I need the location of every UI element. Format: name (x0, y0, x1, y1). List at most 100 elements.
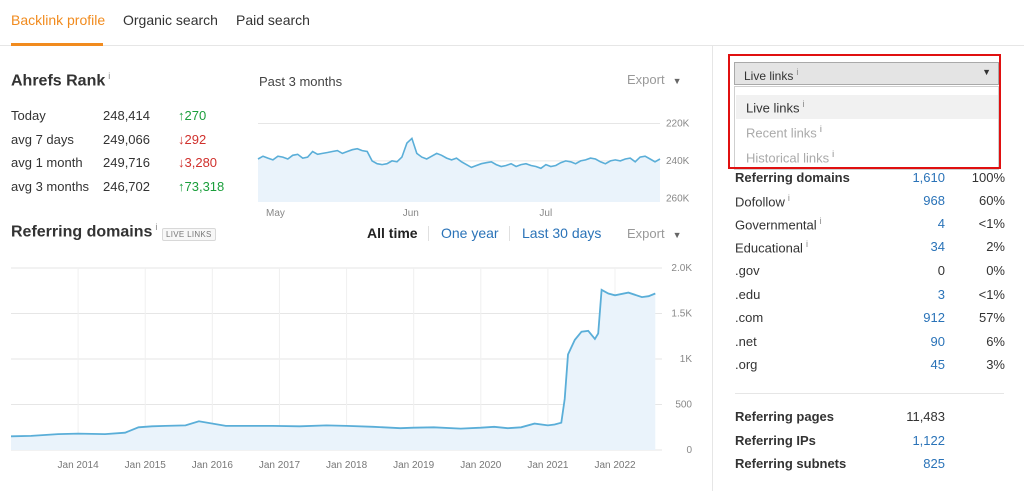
summary-label: Referring pages (735, 409, 834, 424)
stat-value[interactable]: 4 (938, 216, 945, 231)
stat-percent: 100% (971, 170, 1005, 185)
stat-value[interactable]: 34 (931, 239, 945, 254)
caret-down-icon: ▼ (672, 230, 682, 240)
info-icon: i (832, 149, 835, 159)
tab-bar: Backlink profile Organic search Paid sea… (0, 0, 1024, 46)
referring-domains-title: Referring domains i (11, 222, 157, 241)
active-tab-indicator (11, 43, 103, 46)
info-icon[interactable]: i (155, 222, 157, 232)
menu-item-live-links[interactable]: Live links i (746, 99, 804, 115)
stat-label-text: Dofollow (735, 194, 785, 210)
range-separator (428, 226, 429, 241)
info-icon[interactable]: i (788, 193, 790, 203)
stat-row-com: .com 912 57% (735, 310, 1005, 330)
stat-row-org: .org 45 3% (735, 357, 1005, 377)
summary-value[interactable]: 1,122 (912, 433, 945, 448)
x-tick-label: Jan 2018 (326, 460, 368, 471)
summary-value[interactable]: 825 (923, 456, 945, 471)
stat-label: .com (735, 310, 764, 325)
tab-paid-search[interactable]: Paid search (236, 12, 310, 28)
stat-value[interactable]: 3 (938, 287, 945, 302)
stat-label: .gov (735, 263, 760, 278)
stat-percent: 2% (986, 239, 1005, 254)
summary-label: Referring IPs (735, 433, 816, 448)
stat-value[interactable]: 912 (923, 310, 945, 325)
link-type-menu: Live links i Recent links i Historical lin… (734, 86, 999, 170)
y-tick-label: 260K (666, 193, 690, 204)
stat-row-referring-domains: Referring domains 1,610 100% (735, 170, 1005, 190)
x-tick-label: Jan 2016 (192, 460, 234, 471)
tab-backlink-profile[interactable]: Backlink profile (11, 12, 105, 28)
ahrefs-rank-chart: 220K 240K 260K May Jun Jul (257, 118, 690, 219)
rank-value: 248,414 (103, 108, 150, 123)
info-icon: i (819, 124, 822, 134)
y-tick-label: 2.0K (671, 263, 692, 274)
stat-label: Dofollow i (735, 193, 790, 209)
x-tick-label: Jan 2021 (527, 460, 569, 471)
y-tick-label: 220K (666, 118, 690, 129)
stat-percent: 0% (986, 263, 1005, 278)
menu-item-historical-links: Historical links i (746, 149, 834, 165)
info-icon[interactable]: i (820, 216, 822, 226)
rank-period-label: Past 3 months (259, 74, 343, 89)
rank-value: 246,702 (103, 179, 150, 194)
x-tick-label: Jun (403, 208, 419, 219)
menu-item-label: Live links (746, 100, 800, 116)
stat-value[interactable]: 90 (931, 334, 945, 349)
stat-row-gov: .gov 0 0% (735, 263, 1005, 283)
export-label: Export (627, 72, 665, 87)
dropdown-arrow-icon: ▼ (982, 67, 991, 77)
stat-label-text: Governmental (735, 217, 817, 233)
referring-domains-series-line (10, 288, 656, 438)
caret-down-icon: ▼ (672, 76, 682, 86)
x-tick-label: Jan 2017 (259, 460, 301, 471)
x-tick-label: Jan 2014 (58, 460, 100, 471)
export-label: Export (627, 226, 665, 241)
y-tick-label: 500 (675, 400, 692, 411)
rank-delta: ↓292 (178, 132, 207, 147)
rank-label: avg 7 days (11, 132, 74, 147)
rank-export-button[interactable]: Export ▼ (627, 72, 682, 87)
link-type-select[interactable]: Live links i ▼ (734, 62, 999, 85)
y-tick-label: 1.5K (671, 309, 692, 320)
rank-delta: ↑73,318 (178, 179, 225, 194)
stat-value[interactable]: 968 (923, 193, 945, 208)
ahrefs-rank-title-text: Ahrefs Rank (11, 72, 106, 90)
tab-organic-search[interactable]: Organic search (123, 12, 218, 28)
stat-row-governmental: Governmental i 4 <1% (735, 216, 1005, 236)
y-tick-label: 0 (686, 445, 692, 456)
stat-row-dofollow: Dofollow i 968 60% (735, 193, 1005, 213)
stat-label: .org (735, 357, 758, 372)
rank-delta: ↓3,280 (178, 155, 218, 170)
stat-percent: <1% (978, 216, 1005, 231)
y-tick-label: 1K (680, 354, 693, 365)
stat-value[interactable]: 45 (931, 357, 945, 372)
stat-percent: <1% (978, 287, 1005, 302)
info-icon[interactable]: i (806, 239, 808, 249)
range-last-30-days-button[interactable]: Last 30 days (522, 225, 601, 241)
stat-label: Governmental i (735, 216, 822, 232)
range-all-time-button[interactable]: All time (367, 225, 418, 241)
stat-value[interactable]: 1,610 (912, 170, 945, 185)
stat-percent: 6% (986, 334, 1005, 349)
stat-label: .edu (735, 287, 761, 302)
referring-domains-export-button[interactable]: Export ▼ (627, 226, 682, 241)
rank-label: avg 3 months (11, 179, 90, 194)
info-icon: i (802, 99, 805, 109)
summary-row-referring-ips: Referring IPs 1,122 (735, 433, 1005, 453)
range-separator (509, 226, 510, 241)
rank-delta: ↑270 (178, 108, 207, 123)
rank-label: avg 1 month (11, 155, 83, 170)
stat-percent: 60% (978, 193, 1005, 208)
stat-row-net: .net 90 6% (735, 334, 1005, 354)
stat-label: .net (735, 334, 757, 349)
summary-label: Referring subnets (735, 456, 847, 471)
menu-item-label: Historical links (746, 150, 830, 166)
info-icon[interactable]: i (108, 71, 110, 81)
stat-percent: 3% (986, 357, 1005, 372)
live-links-badge: LIVE LINKS (162, 228, 216, 241)
x-tick-label: Jul (539, 208, 552, 219)
referring-domains-title-text: Referring domains (11, 223, 153, 241)
stat-label: Educational i (735, 239, 808, 255)
range-one-year-button[interactable]: One year (441, 225, 499, 241)
